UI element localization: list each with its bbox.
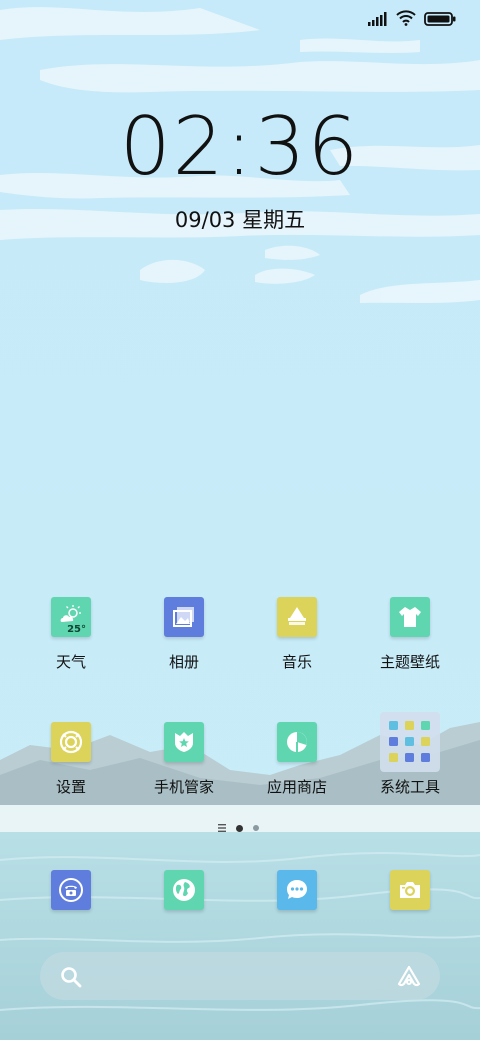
page-indicator[interactable] <box>218 824 259 832</box>
app-store[interactable]: 应用商店 <box>242 722 352 797</box>
page-dot <box>253 825 259 831</box>
camera-icon[interactable] <box>390 870 430 910</box>
shield-icon <box>164 722 204 762</box>
gallery-icon <box>164 597 204 637</box>
globe-icon[interactable] <box>164 870 204 910</box>
folder-icon <box>380 712 440 772</box>
app-store-icon <box>277 722 317 762</box>
clock-date: 09/03 星期五 <box>174 208 306 232</box>
app-music[interactable]: 音乐 <box>242 597 352 672</box>
status-bar <box>368 8 456 32</box>
music-icon <box>277 597 317 637</box>
weather-icon: 25° <box>51 597 91 637</box>
app-settings[interactable]: 设置 <box>16 722 126 797</box>
chat-icon[interactable] <box>277 870 317 910</box>
phone-icon[interactable] <box>51 870 91 910</box>
app-gallery[interactable]: 相册 <box>129 597 239 672</box>
page-dot-active <box>236 824 243 832</box>
app-label: 应用商店 <box>266 778 327 796</box>
battery-icon <box>424 11 456 30</box>
shirt-icon <box>390 597 430 637</box>
search-bar[interactable] <box>40 952 440 1000</box>
app-label: 天气 <box>55 653 86 671</box>
app-label: 手机管家 <box>153 778 214 796</box>
app-label: 音乐 <box>281 653 312 671</box>
signal-bars-icon <box>368 11 388 30</box>
settings-icon <box>51 722 91 762</box>
search-icon[interactable] <box>60 966 82 992</box>
assistant-icon[interactable] <box>396 965 422 991</box>
wifi-icon <box>396 10 416 30</box>
app-themes[interactable]: 主题壁纸 <box>355 597 465 672</box>
weather-temperature: 25° <box>67 624 86 635</box>
app-label: 系统工具 <box>379 778 440 796</box>
folder-system-tools[interactable]: 系统工具 <box>355 712 465 797</box>
app-weather[interactable]: 25° 天气 <box>16 597 126 672</box>
lock-clock: 02:36 <box>119 100 361 193</box>
menu-lines-icon <box>218 824 226 832</box>
app-label: 设置 <box>55 778 86 796</box>
app-label: 主题壁纸 <box>379 653 440 671</box>
app-label: 相册 <box>168 653 199 671</box>
app-phone-manager[interactable]: 手机管家 <box>129 722 239 797</box>
